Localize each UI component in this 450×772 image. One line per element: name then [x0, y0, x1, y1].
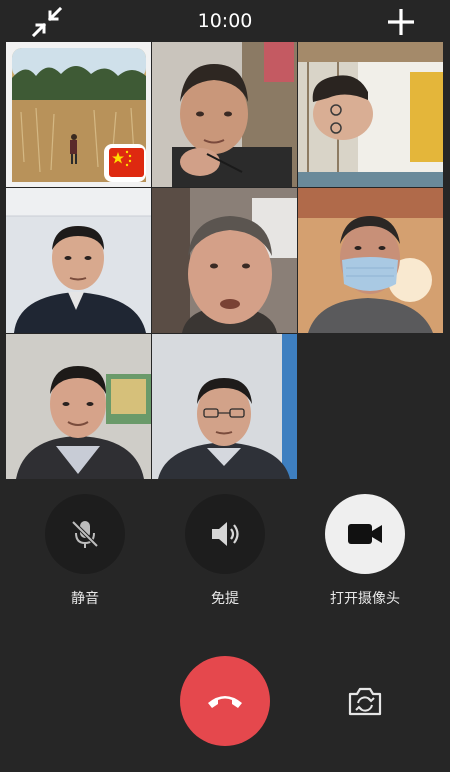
participant-tile-2[interactable]: [152, 42, 297, 187]
participant-tile-7[interactable]: [6, 334, 151, 479]
camera-label: 打开摄像头: [330, 591, 400, 607]
speaker-button[interactable]: [185, 494, 265, 574]
add-participant-icon[interactable]: [386, 7, 416, 37]
participant-tile-5[interactable]: [152, 188, 297, 333]
speaker-control: 免提: [165, 494, 285, 608]
participant-tile-8[interactable]: [152, 334, 297, 479]
participant-tile-4[interactable]: [6, 188, 151, 333]
mute-control: 静音: [25, 494, 145, 608]
call-controls: 静音 免提 打开摄像头: [0, 494, 450, 614]
participant-tile-3[interactable]: [298, 42, 443, 187]
camera-button[interactable]: [325, 494, 405, 574]
hangup-button[interactable]: [180, 656, 270, 746]
camera-control: 打开摄像头: [305, 494, 425, 608]
mute-button[interactable]: [45, 494, 125, 574]
mic-off-icon: [71, 520, 99, 548]
video-grid: [6, 42, 444, 480]
mute-label: 静音: [71, 591, 99, 607]
speaker-label: 免提: [211, 591, 239, 607]
camera-flip-icon[interactable]: [346, 684, 384, 718]
phone-hangup-icon: [208, 696, 242, 708]
video-camera-icon: [348, 524, 382, 544]
participant-tile-1[interactable]: [6, 42, 151, 187]
participant-tile-6[interactable]: [298, 188, 443, 333]
speaker-icon: [212, 522, 239, 546]
call-time: 10:00: [197, 10, 253, 32]
top-bar: 10:00: [0, 0, 450, 42]
